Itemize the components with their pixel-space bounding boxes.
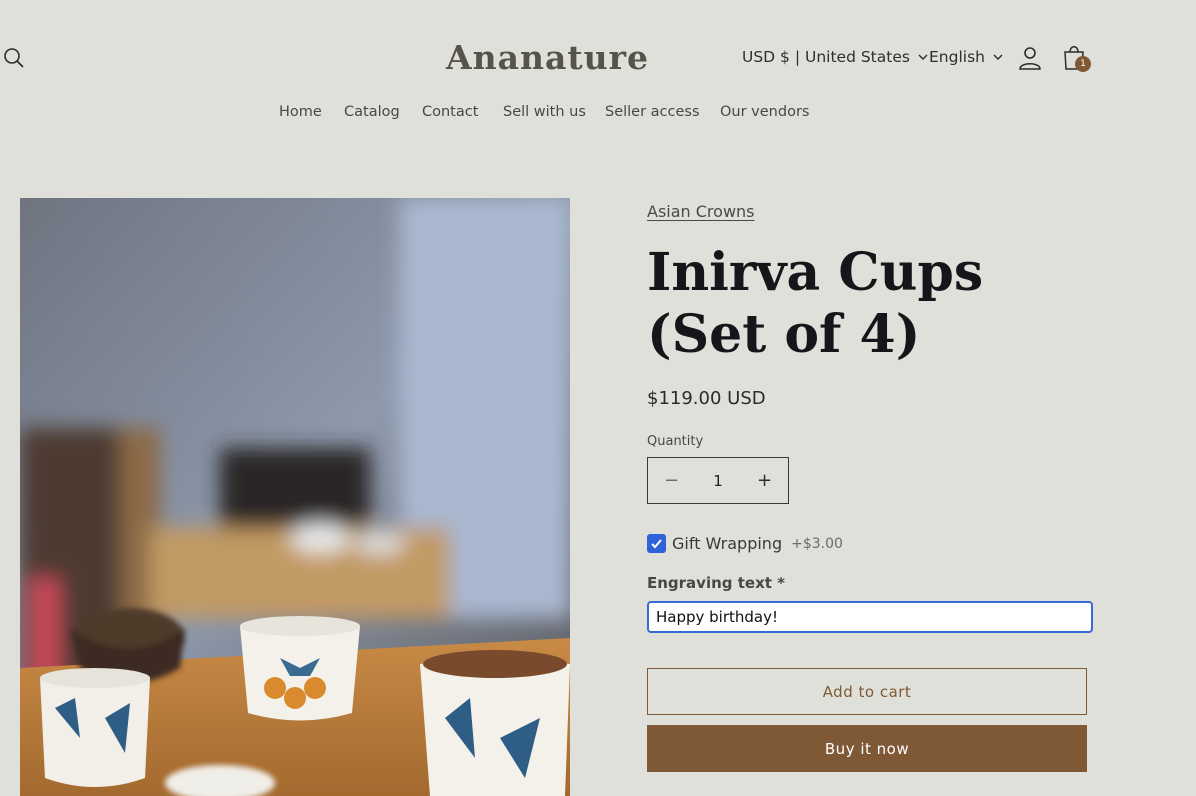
nav-seller-access[interactable]: Seller access [605, 104, 700, 120]
language-label: English [929, 48, 985, 66]
gift-wrapping-option: Gift Wrapping +$3.00 [647, 534, 843, 553]
quantity-label: Quantity [647, 434, 704, 449]
gift-wrapping-label: Gift Wrapping [672, 534, 783, 553]
check-icon [651, 539, 662, 549]
gift-wrapping-price: +$3.00 [791, 535, 843, 552]
product-title: Inirva Cups (Set of 4) [647, 242, 1107, 366]
quantity-increase-button[interactable]: + [741, 458, 788, 503]
nav-catalog[interactable]: Catalog [344, 104, 400, 120]
currency-label: USD $ | United States [742, 48, 910, 66]
nav-home[interactable]: Home [279, 104, 322, 120]
cart-count-badge: 1 [1075, 56, 1091, 72]
quantity-input[interactable] [695, 458, 741, 503]
chevron-down-icon [918, 54, 928, 60]
nav-sell-with-us[interactable]: Sell with us [503, 104, 586, 120]
vendor-link[interactable]: Asian Crowns [647, 202, 755, 221]
quantity-decrease-button[interactable]: − [648, 458, 695, 503]
chevron-down-icon [993, 54, 1003, 60]
product-price: $119.00 USD [647, 388, 766, 409]
currency-selector[interactable]: USD $ | United States [742, 48, 928, 66]
main-nav: Home Catalog Contact Sell with us Seller… [0, 104, 1196, 124]
product-title-line1: Inirva Cups [647, 242, 984, 303]
language-selector[interactable]: English [929, 48, 1003, 66]
product-title-line2: (Set of 4) [647, 304, 921, 365]
store-logo[interactable]: Ananature [446, 38, 649, 77]
product-image[interactable] [20, 198, 570, 796]
nav-contact[interactable]: Contact [422, 104, 478, 120]
search-icon[interactable] [2, 46, 26, 70]
account-icon[interactable] [1018, 45, 1042, 71]
engraving-input[interactable] [647, 601, 1093, 633]
buy-now-button[interactable]: Buy it now [647, 725, 1087, 772]
quantity-stepper: − + [647, 457, 789, 504]
gift-wrapping-checkbox[interactable] [647, 534, 666, 553]
nav-our-vendors[interactable]: Our vendors [720, 104, 809, 120]
add-to-cart-button[interactable]: Add to cart [647, 668, 1087, 715]
engraving-label: Engraving text * [647, 574, 785, 592]
